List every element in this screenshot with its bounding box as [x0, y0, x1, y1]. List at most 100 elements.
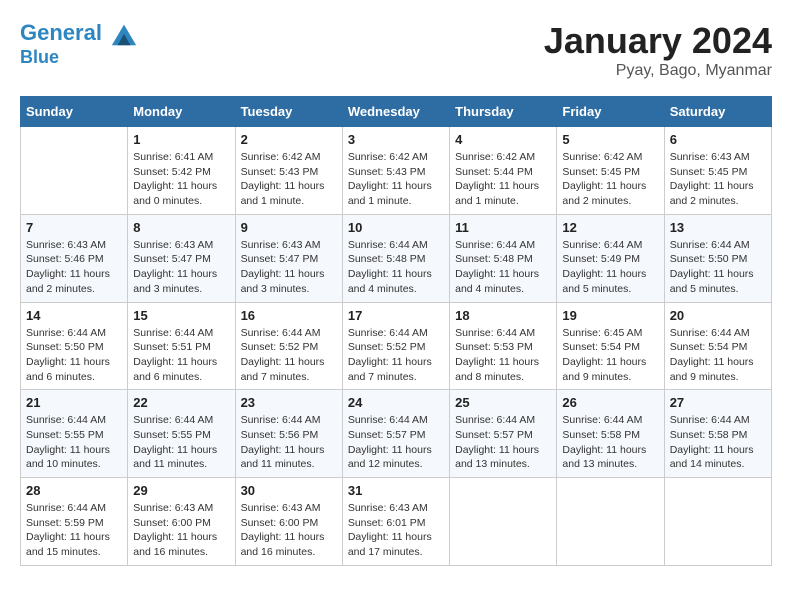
day-number: 13 — [670, 220, 766, 235]
sunrise-text: Sunrise: 6:44 AM — [241, 326, 337, 341]
day-number: 11 — [455, 220, 551, 235]
day-number: 27 — [670, 395, 766, 410]
day-info: Sunrise: 6:44 AMSunset: 5:54 PMDaylight:… — [670, 326, 766, 385]
sunset-text: Sunset: 5:57 PM — [348, 428, 444, 443]
day-number: 10 — [348, 220, 444, 235]
daylight-text: Daylight: 11 hours and 6 minutes. — [26, 355, 122, 384]
day-number: 3 — [348, 132, 444, 147]
calendar-cell: 26Sunrise: 6:44 AMSunset: 5:58 PMDayligh… — [557, 390, 664, 478]
day-info: Sunrise: 6:42 AMSunset: 5:45 PMDaylight:… — [562, 150, 658, 209]
calendar-cell: 31Sunrise: 6:43 AMSunset: 6:01 PMDayligh… — [342, 478, 449, 566]
daylight-text: Daylight: 11 hours and 15 minutes. — [26, 530, 122, 559]
calendar-cell: 8Sunrise: 6:43 AMSunset: 5:47 PMDaylight… — [128, 214, 235, 302]
day-number: 2 — [241, 132, 337, 147]
daylight-text: Daylight: 11 hours and 4 minutes. — [455, 267, 551, 296]
day-number: 6 — [670, 132, 766, 147]
daylight-text: Daylight: 11 hours and 2 minutes. — [562, 179, 658, 208]
weekday-header-thursday: Thursday — [450, 97, 557, 127]
day-info: Sunrise: 6:43 AMSunset: 5:47 PMDaylight:… — [241, 238, 337, 297]
day-number: 14 — [26, 308, 122, 323]
sunrise-text: Sunrise: 6:44 AM — [348, 413, 444, 428]
day-info: Sunrise: 6:44 AMSunset: 5:59 PMDaylight:… — [26, 501, 122, 560]
sunset-text: Sunset: 5:47 PM — [133, 252, 229, 267]
day-info: Sunrise: 6:44 AMSunset: 5:55 PMDaylight:… — [133, 413, 229, 472]
daylight-text: Daylight: 11 hours and 4 minutes. — [348, 267, 444, 296]
day-info: Sunrise: 6:42 AMSunset: 5:43 PMDaylight:… — [348, 150, 444, 209]
day-info: Sunrise: 6:43 AMSunset: 5:46 PMDaylight:… — [26, 238, 122, 297]
daylight-text: Daylight: 11 hours and 8 minutes. — [455, 355, 551, 384]
calendar-cell: 5Sunrise: 6:42 AMSunset: 5:45 PMDaylight… — [557, 127, 664, 215]
sunset-text: Sunset: 5:52 PM — [348, 340, 444, 355]
day-number: 15 — [133, 308, 229, 323]
sunset-text: Sunset: 5:51 PM — [133, 340, 229, 355]
daylight-text: Daylight: 11 hours and 17 minutes. — [348, 530, 444, 559]
sunset-text: Sunset: 6:01 PM — [348, 516, 444, 531]
calendar-cell: 20Sunrise: 6:44 AMSunset: 5:54 PMDayligh… — [664, 302, 771, 390]
sunrise-text: Sunrise: 6:42 AM — [455, 150, 551, 165]
day-info: Sunrise: 6:41 AMSunset: 5:42 PMDaylight:… — [133, 150, 229, 209]
day-info: Sunrise: 6:44 AMSunset: 5:50 PMDaylight:… — [26, 326, 122, 385]
weekday-header-row: SundayMondayTuesdayWednesdayThursdayFrid… — [21, 97, 772, 127]
sunrise-text: Sunrise: 6:44 AM — [26, 326, 122, 341]
sunset-text: Sunset: 5:57 PM — [455, 428, 551, 443]
calendar-cell: 14 Sunrise: 6:44 AMSunset: 5:50 PMDayligh… — [21, 302, 128, 390]
calendar-cell — [21, 127, 128, 215]
day-info: Sunrise: 6:43 AMSunset: 6:00 PMDaylight:… — [241, 501, 337, 560]
sunset-text: Sunset: 5:45 PM — [562, 165, 658, 180]
sunset-text: Sunset: 6:00 PM — [133, 516, 229, 531]
sunset-text: Sunset: 5:43 PM — [348, 165, 444, 180]
calendar-cell: 15 Sunrise: 6:44 AMSunset: 5:51 PMDayligh… — [128, 302, 235, 390]
sunset-text: Sunset: 5:54 PM — [670, 340, 766, 355]
day-number: 30 — [241, 483, 337, 498]
sunset-text: Sunset: 5:43 PM — [241, 165, 337, 180]
day-number: 18 — [455, 308, 551, 323]
day-number: 12 — [562, 220, 658, 235]
daylight-text: Daylight: 11 hours and 13 minutes. — [562, 443, 658, 472]
daylight-text: Daylight: 11 hours and 5 minutes. — [670, 267, 766, 296]
daylight-text: Daylight: 11 hours and 11 minutes. — [241, 443, 337, 472]
daylight-text: Daylight: 11 hours and 16 minutes. — [133, 530, 229, 559]
day-info: Sunrise: 6:43 AMSunset: 5:47 PMDaylight:… — [133, 238, 229, 297]
sunset-text: Sunset: 5:56 PM — [241, 428, 337, 443]
calendar-week-2: 7 Sunrise: 6:43 AMSunset: 5:46 PMDaylight… — [21, 214, 772, 302]
calendar-cell: 29Sunrise: 6:43 AMSunset: 6:00 PMDayligh… — [128, 478, 235, 566]
daylight-text: Daylight: 11 hours and 6 minutes. — [133, 355, 229, 384]
calendar-week-3: 14 Sunrise: 6:44 AMSunset: 5:50 PMDayligh… — [21, 302, 772, 390]
sunrise-text: Sunrise: 6:44 AM — [670, 413, 766, 428]
calendar-cell: 13Sunrise: 6:44 AMSunset: 5:50 PMDayligh… — [664, 214, 771, 302]
calendar-cell: 19 Sunrise: 6:45 AMSunset: 5:54 PMDayligh… — [557, 302, 664, 390]
calendar-cell — [664, 478, 771, 566]
day-number: 28 — [26, 483, 122, 498]
day-info: Sunrise: 6:44 AMSunset: 5:57 PMDaylight:… — [455, 413, 551, 472]
day-number: 9 — [241, 220, 337, 235]
calendar-week-5: 28Sunrise: 6:44 AMSunset: 5:59 PMDayligh… — [21, 478, 772, 566]
logo-line2: Blue — [20, 48, 138, 68]
day-info: Sunrise: 6:44 AMSunset: 5:48 PMDaylight:… — [455, 238, 551, 297]
day-number: 23 — [241, 395, 337, 410]
sunrise-text: Sunrise: 6:44 AM — [455, 238, 551, 253]
day-info: Sunrise: 6:44 AMSunset: 5:52 PMDaylight:… — [241, 326, 337, 385]
sunrise-text: Sunrise: 6:44 AM — [348, 326, 444, 341]
calendar-cell: 10Sunrise: 6:44 AMSunset: 5:48 PMDayligh… — [342, 214, 449, 302]
daylight-text: Daylight: 11 hours and 1 minute. — [348, 179, 444, 208]
calendar-cell — [450, 478, 557, 566]
sunrise-text: Sunrise: 6:44 AM — [26, 413, 122, 428]
calendar-week-4: 21Sunrise: 6:44 AMSunset: 5:55 PMDayligh… — [21, 390, 772, 478]
day-info: Sunrise: 6:45 AMSunset: 5:54 PMDaylight:… — [562, 326, 658, 385]
calendar-cell: 16Sunrise: 6:44 AMSunset: 5:52 PMDayligh… — [235, 302, 342, 390]
sunrise-text: Sunrise: 6:44 AM — [133, 326, 229, 341]
calendar-cell: 30 Sunrise: 6:43 AMSunset: 6:00 PMDayligh… — [235, 478, 342, 566]
day-number: 7 — [26, 220, 122, 235]
sunset-text: Sunset: 5:48 PM — [348, 252, 444, 267]
sunrise-text: Sunrise: 6:44 AM — [26, 501, 122, 516]
daylight-text: Daylight: 11 hours and 3 minutes. — [241, 267, 337, 296]
calendar-cell: 17Sunrise: 6:44 AMSunset: 5:52 PMDayligh… — [342, 302, 449, 390]
sunset-text: Sunset: 5:59 PM — [26, 516, 122, 531]
sunrise-text: Sunrise: 6:43 AM — [133, 238, 229, 253]
sunset-text: Sunset: 5:53 PM — [455, 340, 551, 355]
sunrise-text: Sunrise: 6:43 AM — [133, 501, 229, 516]
calendar-cell: 7 Sunrise: 6:43 AMSunset: 5:46 PMDaylight… — [21, 214, 128, 302]
day-number: 19 — [562, 308, 658, 323]
day-number: 17 — [348, 308, 444, 323]
sunset-text: Sunset: 5:50 PM — [670, 252, 766, 267]
